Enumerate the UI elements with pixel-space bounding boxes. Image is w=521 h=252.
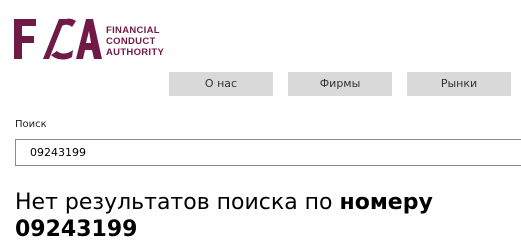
fca-logo-text: FINANCIAL CONDUCT AUTHORITY (106, 25, 164, 58)
logo-line-3: AUTHORITY (106, 47, 165, 58)
search-input[interactable] (15, 139, 521, 166)
nav-about-button[interactable]: О нас (169, 72, 273, 96)
logo-line-2: CONDUCT (106, 36, 156, 47)
no-results-prefix: Нет результатов поиска по (15, 190, 340, 215)
no-results-number: 09243199 (15, 217, 138, 242)
fca-logo-mark (14, 18, 102, 60)
no-results-heading: Нет результатов поиска по номеру 0924319… (15, 189, 515, 243)
search-label: Поиск (15, 119, 47, 130)
main-nav: О нас Фирмы Рынки (0, 72, 521, 96)
nav-firms-button[interactable]: Фирмы (288, 72, 392, 96)
nav-markets-button[interactable]: Рынки (407, 72, 511, 96)
no-results-emphasis: номеру (339, 190, 433, 215)
page: FINANCIAL CONDUCT AUTHORITY О нас Фирмы … (0, 0, 521, 252)
logo-line-1: FINANCIAL (106, 25, 160, 36)
